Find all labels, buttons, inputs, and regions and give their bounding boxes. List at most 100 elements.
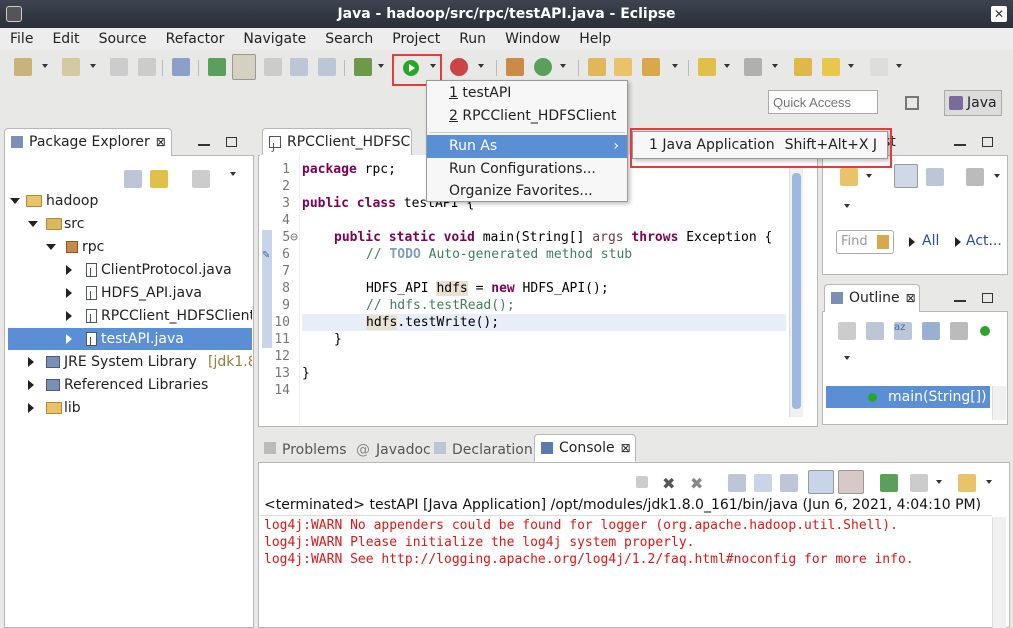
expand-icon[interactable] bbox=[28, 380, 34, 390]
clear-console-icon[interactable] bbox=[728, 474, 746, 492]
chevron-down-icon[interactable] bbox=[986, 480, 992, 484]
menu-file[interactable]: File bbox=[0, 31, 42, 47]
find-task-input[interactable]: Find bbox=[836, 230, 894, 254]
open-console-icon[interactable] bbox=[958, 474, 976, 492]
tab-package-explorer[interactable]: Package Explorer ⊠ bbox=[4, 128, 172, 156]
minimize-icon[interactable] bbox=[954, 300, 966, 302]
tree-item-rpcclient[interactable]: RPCClient_HDFSClient.j bbox=[66, 305, 252, 327]
organize-favorites-menu-item[interactable]: Organize Favorites... bbox=[427, 180, 627, 203]
menu-project[interactable]: Project bbox=[382, 31, 449, 47]
close-icon[interactable]: ⊠ bbox=[906, 291, 916, 305]
minimize-icon[interactable] bbox=[198, 144, 210, 146]
new-java-class-icon[interactable] bbox=[506, 58, 524, 76]
sort-icon[interactable]: az bbox=[894, 322, 912, 340]
minimize-icon[interactable] bbox=[954, 144, 966, 146]
forward-arrow-icon[interactable] bbox=[870, 58, 888, 76]
close-icon[interactable]: ⊠ bbox=[156, 135, 166, 149]
view-menu-icon[interactable] bbox=[844, 356, 850, 360]
search-icon[interactable] bbox=[642, 58, 660, 76]
menu-help[interactable]: Help bbox=[569, 31, 620, 47]
chevron-down-icon[interactable] bbox=[672, 64, 678, 68]
scroll-lock-icon[interactable] bbox=[754, 474, 772, 492]
expand-icon[interactable] bbox=[46, 244, 56, 250]
show-whitespace-icon[interactable] bbox=[318, 58, 336, 76]
open-type-icon[interactable] bbox=[588, 58, 606, 76]
new-package-icon[interactable] bbox=[62, 58, 80, 76]
chevron-down-icon[interactable] bbox=[42, 64, 48, 68]
maximize-icon[interactable] bbox=[982, 293, 993, 303]
menu-source[interactable]: Source bbox=[89, 31, 156, 47]
tree-item-clientprotocol[interactable]: ClientProtocol.java bbox=[66, 259, 252, 284]
new-task-icon[interactable] bbox=[840, 168, 858, 186]
terminate-icon[interactable] bbox=[636, 476, 648, 488]
scheduled-icon[interactable] bbox=[926, 168, 944, 186]
menu-window[interactable]: Window bbox=[495, 31, 569, 47]
back-arrow-icon[interactable] bbox=[822, 58, 840, 76]
tab-javadoc[interactable]: @ Javadoc bbox=[356, 438, 431, 462]
new-icon[interactable] bbox=[14, 58, 32, 76]
chevron-down-icon[interactable] bbox=[478, 64, 484, 68]
outline-scrollbar[interactable] bbox=[992, 386, 1006, 420]
outline-item-main[interactable]: main(String[]) : bbox=[826, 386, 990, 408]
menu-navigate[interactable]: Navigate bbox=[233, 31, 315, 47]
debug-icon[interactable] bbox=[354, 58, 372, 76]
run-history-rpcclient[interactable]: 2 RPCClient_HDFSClient bbox=[427, 105, 627, 128]
menu-run[interactable]: Run bbox=[449, 31, 495, 47]
toggle-mark-icon[interactable] bbox=[264, 58, 282, 76]
tree-item-src[interactable]: src bbox=[28, 213, 248, 235]
chevron-down-icon[interactable] bbox=[378, 64, 384, 68]
hide-static-icon[interactable] bbox=[950, 322, 968, 340]
categorized-icon[interactable] bbox=[894, 164, 918, 188]
close-window-button[interactable]: ✕ bbox=[991, 6, 1007, 22]
collapse-all-icon[interactable] bbox=[866, 322, 884, 340]
remove-launch-icon[interactable]: ✖ bbox=[662, 474, 680, 493]
refresh-icon[interactable] bbox=[534, 58, 552, 76]
highlight-icon[interactable] bbox=[232, 54, 256, 80]
chevron-down-icon[interactable] bbox=[90, 64, 96, 68]
menu-search[interactable]: Search bbox=[315, 31, 382, 47]
focus-on-workweek-icon[interactable] bbox=[966, 168, 984, 186]
menu-refactor[interactable]: Refactor bbox=[156, 31, 234, 47]
remove-all-icon[interactable]: ✖ bbox=[690, 474, 708, 493]
maximize-icon[interactable] bbox=[226, 137, 237, 147]
focus-icon[interactable] bbox=[838, 322, 856, 340]
run-as-menu-item[interactable]: Run As › bbox=[427, 135, 627, 158]
tree-item-referenced-libraries[interactable]: Referenced Libraries bbox=[28, 374, 252, 396]
quick-access-input[interactable] bbox=[768, 90, 878, 114]
clear-icon[interactable] bbox=[877, 235, 889, 249]
focus-icon[interactable] bbox=[192, 170, 210, 188]
chevron-down-icon[interactable] bbox=[896, 64, 902, 68]
expand-icon[interactable] bbox=[28, 403, 34, 413]
run-history-testapi[interactable]: 1 testAPI bbox=[427, 82, 627, 105]
chevron-down-icon[interactable] bbox=[772, 64, 778, 68]
expand-icon[interactable] bbox=[28, 357, 34, 367]
hide-nonpublic-icon[interactable] bbox=[980, 326, 990, 336]
expand-icon[interactable] bbox=[28, 221, 38, 227]
display-console-icon[interactable] bbox=[910, 474, 928, 492]
tree-item-hdfs-api[interactable]: HDFS_API.java bbox=[66, 282, 252, 307]
tab-problems[interactable]: Problems bbox=[264, 438, 347, 462]
tab-declaration[interactable]: Declaration bbox=[434, 438, 533, 462]
skip-breakpoints-icon[interactable] bbox=[172, 58, 190, 76]
previous-edit-icon[interactable] bbox=[744, 58, 762, 76]
scrollbar-thumb[interactable] bbox=[792, 173, 801, 409]
next-edit-icon[interactable] bbox=[698, 58, 716, 76]
toggle-block-icon[interactable] bbox=[290, 58, 308, 76]
run-icon[interactable] bbox=[403, 60, 419, 76]
view-menu-icon[interactable] bbox=[994, 174, 1000, 178]
chevron-down-icon[interactable] bbox=[560, 64, 566, 68]
save-icon[interactable] bbox=[110, 58, 128, 76]
expand-icon[interactable] bbox=[66, 288, 72, 298]
editor-vertical-scrollbar[interactable] bbox=[789, 167, 803, 417]
next-annotation-icon[interactable] bbox=[208, 58, 226, 76]
run-external-icon[interactable] bbox=[450, 58, 468, 76]
maximize-icon[interactable] bbox=[982, 137, 993, 147]
console-scrollbar[interactable] bbox=[992, 517, 1006, 628]
window-menu-icon[interactable] bbox=[6, 6, 22, 22]
tab-console[interactable]: Console ⊠ bbox=[534, 434, 636, 462]
tree-item-hadoop[interactable]: hadoop bbox=[10, 190, 250, 212]
back-icon[interactable] bbox=[794, 58, 812, 76]
expand-icon[interactable] bbox=[66, 334, 72, 344]
tree-item-testapi[interactable]: testAPI.java bbox=[8, 328, 252, 353]
collapse-all-icon[interactable] bbox=[124, 170, 142, 188]
